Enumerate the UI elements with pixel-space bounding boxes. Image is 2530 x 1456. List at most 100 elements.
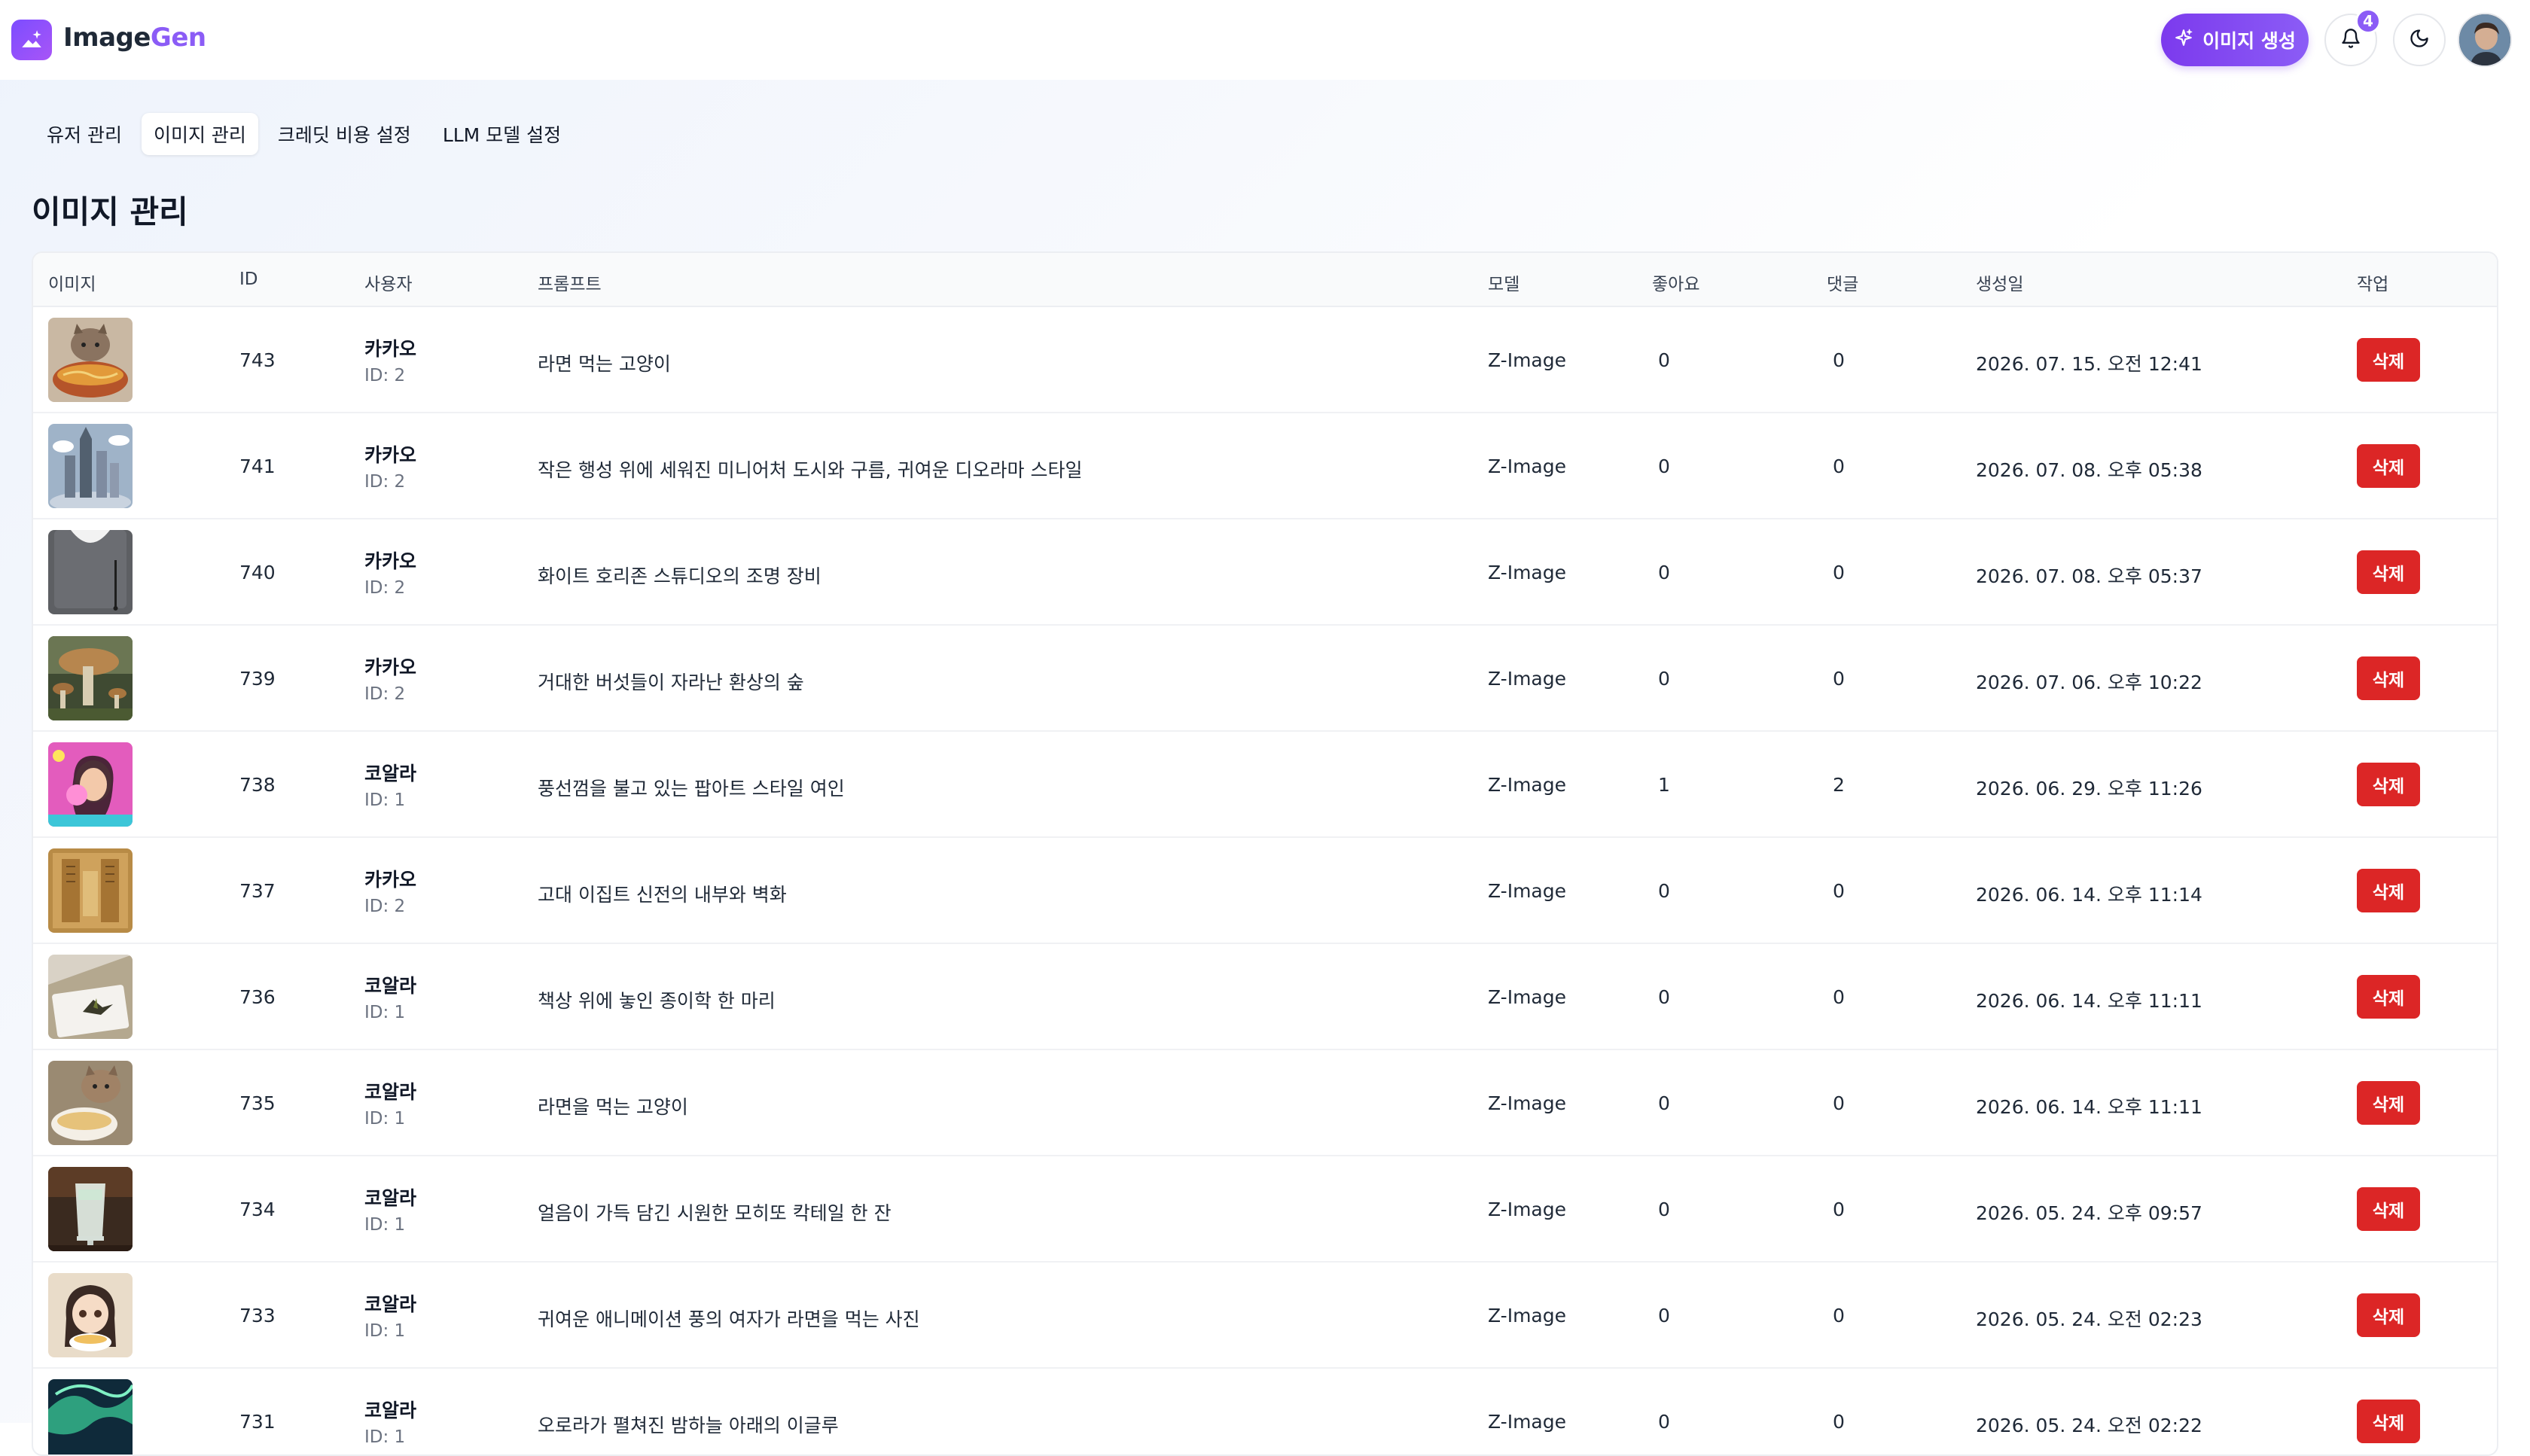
table-row: 737 카카오 ID: 2 고대 이집트 신전의 내부와 벽화 Z-Image 0 0 202…: [33, 838, 2497, 944]
image-thumbnail[interactable]: [48, 1167, 133, 1251]
image-id: 738: [239, 774, 276, 796]
prompt-text: 화이트 호리존 스튜디오의 조명 장비: [538, 565, 821, 587]
comments-count: 0: [1833, 1411, 1845, 1433]
image-id: 737: [239, 880, 276, 902]
likes-count: 0: [1658, 562, 1670, 583]
likes-count: 1: [1658, 774, 1670, 796]
comments-count: 0: [1833, 349, 1845, 371]
created-date: 2026. 05. 24. 오전 02:22: [1976, 1415, 2202, 1436]
column-header-action: 작업: [2357, 275, 2389, 294]
generate-image-label: 이미지 생성: [2202, 30, 2296, 52]
delete-button[interactable]: 삭제: [2357, 869, 2420, 912]
theme-toggle-button[interactable]: [2393, 14, 2446, 66]
created-date: 2026. 06. 14. 오후 11:11: [1976, 1096, 2202, 1118]
delete-button[interactable]: 삭제: [2357, 1400, 2420, 1443]
image-thumbnail[interactable]: [48, 318, 133, 402]
prompt-text: 작은 행성 위에 세워진 미니어처 도시와 구름, 귀여운 디오라마 스타일: [538, 459, 1083, 481]
likes-count: 0: [1658, 1305, 1670, 1327]
prompt-text: 귀여운 애니메이션 풍의 여자가 라면을 먹는 사진: [538, 1308, 920, 1330]
created-date: 2026. 06. 29. 오후 11:26: [1976, 778, 2202, 800]
column-header-prompt: 프롬프트: [538, 275, 602, 294]
comments-count: 0: [1833, 562, 1845, 583]
likes-count: 0: [1658, 1199, 1670, 1220]
user-cell: 카카오 ID: 2: [364, 865, 416, 916]
column-header-comments: 댓글: [1827, 275, 1859, 294]
image-thumbnail[interactable]: [48, 1379, 133, 1454]
delete-button[interactable]: 삭제: [2357, 444, 2420, 488]
logo-prefix: Image: [63, 23, 151, 53]
user-id: ID: 2: [364, 578, 406, 598]
moon-icon: [2409, 28, 2430, 52]
user-cell: 코알라 ID: 1: [364, 971, 416, 1022]
image-thumbnail[interactable]: [48, 1061, 133, 1145]
notification-count-badge: 4: [2355, 8, 2381, 34]
tab-image-management[interactable]: 이미지 관리: [141, 113, 258, 155]
delete-button[interactable]: 삭제: [2357, 975, 2420, 1019]
tab-llm-model-settings[interactable]: LLM 모델 설정: [431, 113, 573, 155]
column-header-image: 이미지: [48, 275, 96, 294]
prompt-text: 책상 위에 놓인 종이학 한 마리: [538, 990, 776, 1012]
likes-count: 0: [1658, 1092, 1670, 1114]
user-cell: 코알라 ID: 1: [364, 1290, 416, 1341]
image-id: 741: [239, 455, 276, 477]
page-title: 이미지 관리: [32, 193, 188, 230]
table-header: 이미지 ID 사용자 프롬프트 모델 좋아요 댓글 생성일 작업: [33, 253, 2497, 307]
user-name: 코알라: [364, 1400, 417, 1421]
image-id: 739: [239, 668, 276, 690]
prompt-text: 라면을 먹는 고양이: [538, 1096, 688, 1118]
comments-count: 2: [1833, 774, 1845, 796]
generate-image-button[interactable]: 이미지 생성: [2161, 14, 2309, 66]
delete-button[interactable]: 삭제: [2357, 1187, 2420, 1231]
user-id: ID: 1: [364, 1215, 406, 1235]
logo-text[interactable]: ImageGen: [63, 23, 206, 53]
user-name: 코알라: [364, 1293, 417, 1315]
image-id: 734: [239, 1199, 276, 1220]
delete-button[interactable]: 삭제: [2357, 763, 2420, 806]
comments-count: 0: [1833, 1092, 1845, 1114]
top-header: ImageGen 이미지 생성 4: [0, 0, 2530, 80]
user-name: 코알라: [364, 1081, 417, 1103]
table-row: 738 코알라 ID: 1 풍선껌을 불고 있는 팝아트 스타일 여인 Z-Image 1…: [33, 732, 2497, 838]
delete-button[interactable]: 삭제: [2357, 338, 2420, 382]
delete-button[interactable]: 삭제: [2357, 1293, 2420, 1337]
table-row: 743 카카오 ID: 2 라면 먹는 고양이 Z-Image 0 0 2026. 07. 1…: [33, 307, 2497, 413]
delete-button[interactable]: 삭제: [2357, 656, 2420, 700]
created-date: 2026. 05. 24. 오후 09:57: [1976, 1202, 2202, 1224]
model-name: Z-Image: [1488, 1305, 1567, 1327]
user-name: 카카오: [364, 550, 417, 572]
table-row: 734 코알라 ID: 1 얼음이 가득 담긴 시원한 모히또 칵테일 한 잔 Z-Im…: [33, 1156, 2497, 1263]
image-thumbnail[interactable]: [48, 530, 133, 614]
user-avatar[interactable]: [2458, 13, 2512, 67]
created-date: 2026. 07. 08. 오후 05:37: [1976, 565, 2202, 587]
delete-button[interactable]: 삭제: [2357, 550, 2420, 594]
image-thumbnail[interactable]: [48, 848, 133, 933]
table-row: 740 카카오 ID: 2 화이트 호리존 스튜디오의 조명 장비 Z-Image 0 0 2…: [33, 519, 2497, 626]
user-cell: 코알라 ID: 1: [364, 1183, 416, 1235]
image-thumbnail[interactable]: [48, 742, 133, 827]
image-thumbnail[interactable]: [48, 955, 133, 1039]
created-date: 2026. 07. 08. 오후 05:38: [1976, 459, 2202, 481]
comments-count: 0: [1833, 668, 1845, 690]
user-id: ID: 1: [364, 790, 406, 810]
image-id: 735: [239, 1092, 276, 1114]
prompt-text: 라면 먹는 고양이: [538, 353, 671, 375]
image-id: 740: [239, 562, 276, 583]
image-thumbnail[interactable]: [48, 1273, 133, 1357]
column-header-id: ID: [239, 270, 258, 289]
model-name: Z-Image: [1488, 986, 1567, 1008]
tab-credit-cost-settings[interactable]: 크레딧 비용 설정: [266, 113, 423, 155]
image-thumbnail[interactable]: [48, 424, 133, 508]
user-cell: 카카오 ID: 2: [364, 653, 416, 704]
user-name: 코알라: [364, 975, 417, 997]
tab-user-management[interactable]: 유저 관리: [35, 113, 134, 155]
user-name: 카카오: [364, 869, 417, 891]
column-header-user: 사용자: [364, 275, 413, 294]
likes-count: 0: [1658, 880, 1670, 902]
created-date: 2026. 07. 06. 오후 10:22: [1976, 672, 2202, 693]
delete-button[interactable]: 삭제: [2357, 1081, 2420, 1125]
column-header-likes: 좋아요: [1652, 275, 1700, 294]
column-header-created: 생성일: [1976, 275, 2024, 294]
logo-image-icon[interactable]: [11, 20, 52, 60]
image-id: 733: [239, 1305, 276, 1327]
image-thumbnail[interactable]: [48, 636, 133, 720]
